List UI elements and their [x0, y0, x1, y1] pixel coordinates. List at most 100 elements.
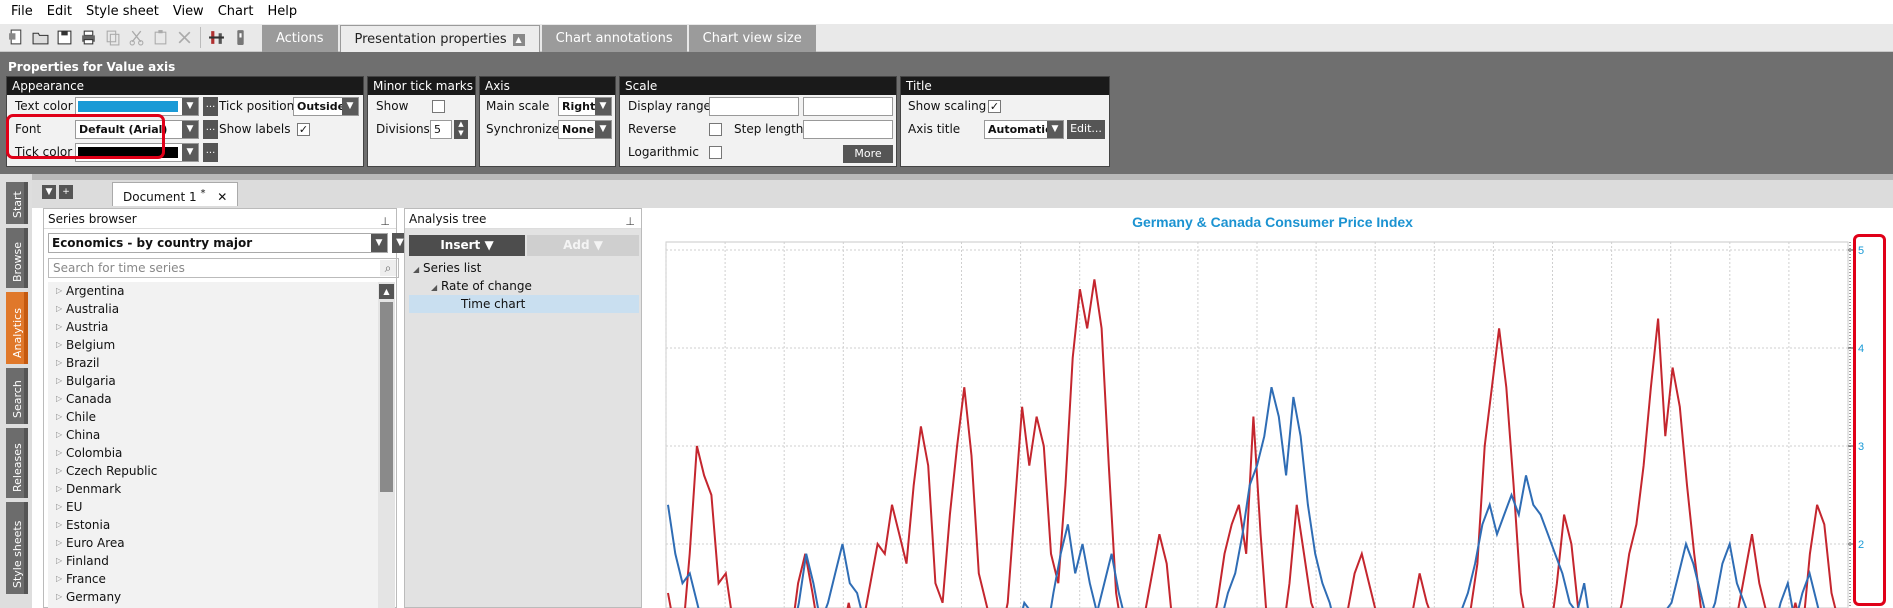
minor-show-checkbox[interactable] — [432, 100, 445, 113]
chevron-down-icon[interactable]: ▼ — [595, 121, 611, 138]
list-item[interactable]: ▷ Belgium — [48, 336, 378, 354]
more-button[interactable]: More — [843, 145, 893, 163]
scrollbar-thumb[interactable] — [380, 302, 393, 492]
list-item[interactable]: ▷ Colombia — [48, 444, 378, 462]
expand-icon[interactable]: ▷ — [56, 552, 62, 570]
list-item[interactable]: ▷ Argentina — [48, 282, 378, 300]
expand-icon[interactable]: ▷ — [56, 462, 62, 480]
expand-icon[interactable]: ▷ — [56, 498, 62, 516]
expand-icon[interactable]: ▷ — [56, 426, 62, 444]
add-button[interactable]: Add ▼ — [527, 235, 639, 256]
expand-icon[interactable]: ▷ — [56, 570, 62, 588]
list-item[interactable]: ▷ Bulgaria — [48, 372, 378, 390]
chevron-down-icon[interactable]: ▼ — [1047, 121, 1063, 138]
side-tab-style-sheets[interactable]: Style sheets — [6, 502, 28, 594]
axis-title-edit-button[interactable]: Edit... — [1067, 120, 1105, 139]
insert-button[interactable]: Insert ▼ — [409, 235, 525, 256]
expand-icon[interactable]: ▷ — [56, 444, 62, 462]
expand-icon[interactable]: ▷ — [56, 318, 62, 336]
menu-style-sheet[interactable]: Style sheet — [79, 0, 166, 24]
copy-icon[interactable] — [102, 27, 123, 48]
cut-icon[interactable] — [126, 27, 147, 48]
tab-chart-annotations[interactable]: Chart annotations — [541, 25, 687, 52]
tick-position-select[interactable]: Outside ▼ — [293, 97, 359, 116]
document-tab[interactable]: Document 1 * ✕ — [112, 182, 239, 206]
list-item[interactable]: ▷ Estonia — [48, 516, 378, 534]
expand-icon[interactable]: ▷ — [56, 408, 62, 426]
collapse-icon[interactable]: ▲ — [512, 33, 525, 46]
font-more-button[interactable]: ... — [203, 120, 218, 139]
side-tab-start[interactable]: Start — [6, 182, 28, 224]
expand-icon[interactable]: ▷ — [56, 282, 62, 300]
tick-color-more-button[interactable]: ... — [203, 143, 218, 162]
paste-icon[interactable] — [150, 27, 171, 48]
open-folder-icon[interactable] — [30, 27, 51, 48]
list-item[interactable]: ▷ Euro Area — [48, 534, 378, 552]
divisions-input[interactable]: 5 — [430, 120, 452, 139]
list-item[interactable]: ▷ Chile — [48, 408, 378, 426]
tab-actions[interactable]: Actions — [262, 25, 338, 52]
show-scaling-checkbox[interactable]: ✓ — [988, 100, 1001, 113]
new-document-icon[interactable] — [6, 27, 27, 48]
list-item[interactable]: ▷ Czech Republic — [48, 462, 378, 480]
country-list-scrollbar[interactable]: ▲ — [378, 282, 395, 608]
side-tab-analytics[interactable]: Analytics — [6, 292, 28, 364]
axis-title-select[interactable]: Automatic ▼ — [984, 120, 1064, 139]
tab-chart-view-size[interactable]: Chart view size — [688, 25, 816, 52]
expand-icon[interactable]: ▷ — [56, 300, 62, 318]
side-tab-browse[interactable]: Browse — [6, 228, 28, 288]
side-tab-releases[interactable]: Releases — [6, 428, 28, 498]
display-range-min-input[interactable] — [709, 97, 799, 116]
display-range-max-input[interactable] — [803, 97, 893, 116]
logarithmic-checkbox[interactable] — [709, 146, 722, 159]
save-icon[interactable] — [54, 27, 75, 48]
step-length-input[interactable] — [803, 120, 893, 139]
list-item[interactable]: ▷ China — [48, 426, 378, 444]
expand-icon[interactable]: ◢ — [413, 265, 419, 274]
expand-icon[interactable]: ▷ — [56, 534, 62, 552]
chart-series-icon[interactable] — [206, 27, 227, 48]
add-document-icon[interactable]: + — [59, 185, 73, 199]
list-item[interactable]: ▷ Brazil — [48, 354, 378, 372]
series-source-select[interactable]: Economics - by country major ▼ — [48, 233, 388, 253]
list-item[interactable]: ▷ Denmark — [48, 480, 378, 498]
list-item[interactable]: ▷ EU — [48, 498, 378, 516]
list-item[interactable]: ▷ Canada — [48, 390, 378, 408]
list-item[interactable]: ▷ Australia — [48, 300, 378, 318]
list-item[interactable]: ▷ Finland — [48, 552, 378, 570]
list-item[interactable]: ▷ France — [48, 570, 378, 588]
search-icon[interactable]: ⌕ — [380, 260, 396, 276]
menu-chart[interactable]: Chart — [211, 0, 261, 24]
menu-edit[interactable]: Edit — [40, 0, 79, 24]
text-color-more-button[interactable]: ... — [203, 97, 218, 116]
chart-area[interactable]: Germany & Canada Consumer Price Index 54… — [652, 208, 1893, 608]
expand-icon[interactable]: ▷ — [56, 354, 62, 372]
tab-presentation-properties[interactable]: Presentation properties ▲ — [339, 25, 540, 52]
pin-icon[interactable]: ⊥ — [625, 212, 635, 232]
chevron-down-icon[interactable]: ▼ — [342, 98, 358, 115]
expand-icon[interactable]: ◢ — [431, 283, 437, 292]
chevron-down-icon[interactable]: ▼ — [371, 234, 387, 252]
menu-help[interactable]: Help — [260, 0, 304, 24]
pin-icon[interactable]: ⊥ — [380, 212, 390, 232]
chart-canvas[interactable]: 5432 — [652, 208, 1893, 608]
document-list-icon[interactable]: ▼ — [42, 185, 56, 199]
expand-icon[interactable]: ▷ — [56, 480, 62, 498]
expand-icon[interactable]: ▷ — [56, 588, 62, 606]
scroll-up-icon[interactable]: ▲ — [379, 284, 394, 299]
reverse-checkbox[interactable] — [709, 123, 722, 136]
list-item[interactable]: ▷ Germany — [48, 588, 378, 606]
menu-view[interactable]: View — [166, 0, 211, 24]
chevron-down-icon[interactable]: ▼ — [182, 98, 198, 115]
tree-item-series-list[interactable]: ◢ Series list — [413, 259, 481, 277]
divisions-stepper[interactable]: ▲ ▼ — [454, 120, 468, 139]
expand-icon[interactable]: ▷ — [56, 390, 62, 408]
menu-file[interactable]: File — [4, 0, 40, 24]
show-labels-checkbox[interactable]: ✓ — [297, 123, 310, 136]
chevron-down-icon[interactable]: ▼ — [182, 121, 198, 138]
tree-item-time-chart[interactable]: Time chart — [461, 295, 525, 313]
main-scale-select[interactable]: Right ▼ — [558, 97, 612, 116]
delete-icon[interactable] — [174, 27, 195, 48]
synchronize-select[interactable]: None ▼ — [558, 120, 612, 139]
search-input[interactable]: Search for time series ⌕ — [48, 258, 399, 278]
